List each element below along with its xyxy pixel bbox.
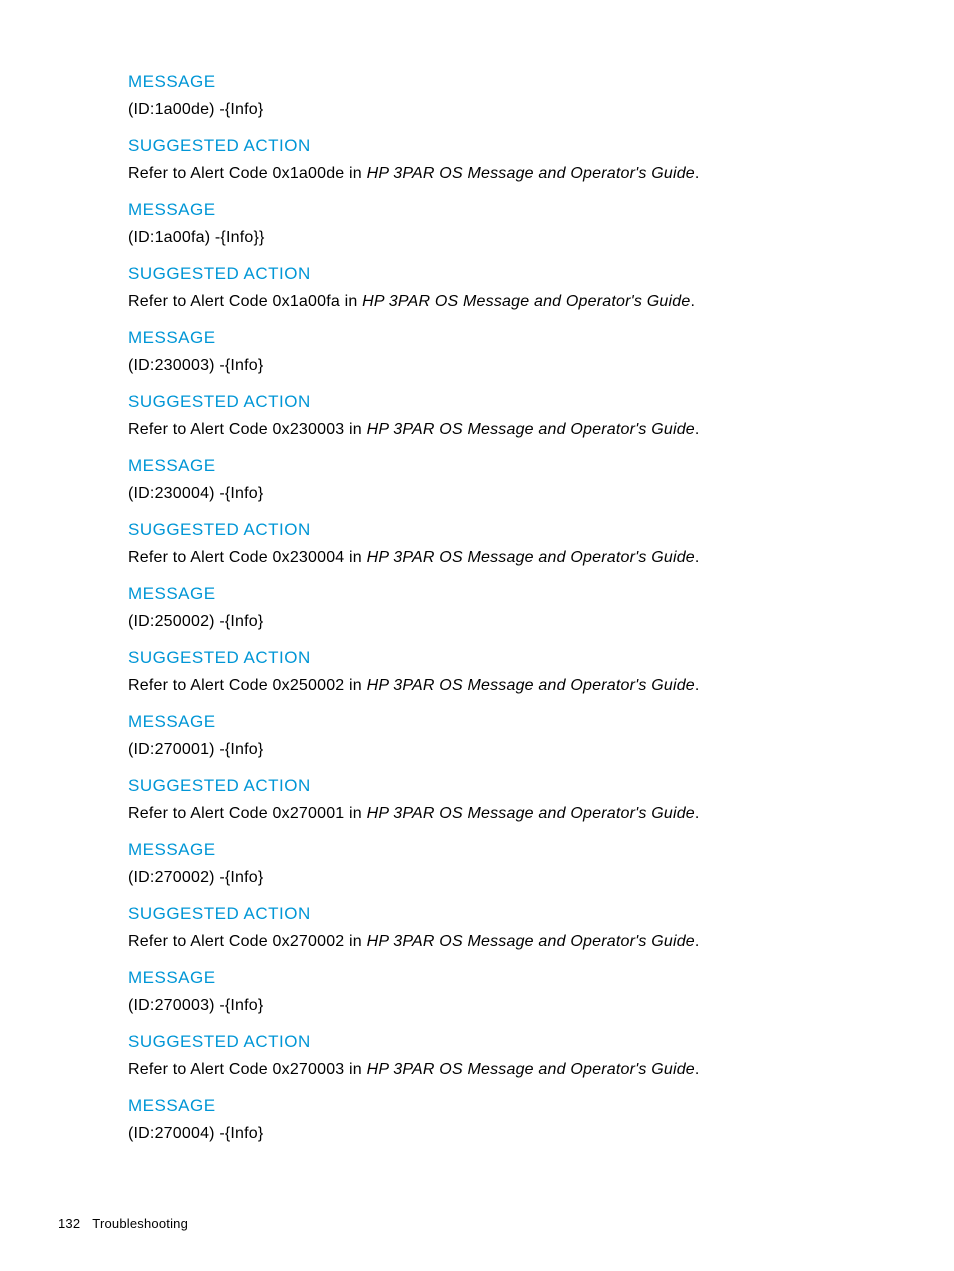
period: . [695,549,700,566]
period: . [695,421,700,438]
message-id-text: (ID:230004) -{Info} [128,482,894,506]
suggested-action-heading: SUGGESTED ACTION [128,520,894,540]
period: . [695,805,700,822]
entry-group: MESSAGE (ID:270003) -{Info} SUGGESTED AC… [128,968,894,1082]
suggested-action-heading: SUGGESTED ACTION [128,904,894,924]
refer-in: in [344,1061,366,1078]
message-id-text: (ID:1a00fa) -{Info}} [128,226,894,250]
period: . [695,1061,700,1078]
message-heading: MESSAGE [128,584,894,604]
guide-title: HP 3PAR OS Message and Operator's Guide [367,805,695,822]
guide-title: HP 3PAR OS Message and Operator's Guide [367,1061,695,1078]
period: . [695,933,700,950]
guide-title: HP 3PAR OS Message and Operator's Guide [367,549,695,566]
alert-code: 0x270003 [273,1061,345,1078]
footer-section-title: Troubleshooting [92,1216,188,1231]
suggested-action-text: Refer to Alert Code 0x250002 in HP 3PAR … [128,674,894,698]
entry-group: MESSAGE (ID:230004) -{Info} SUGGESTED AC… [128,456,894,570]
entry-group: MESSAGE (ID:230003) -{Info} SUGGESTED AC… [128,328,894,442]
guide-title: HP 3PAR OS Message and Operator's Guide [362,293,690,310]
alert-code: 0x250002 [273,677,345,694]
message-heading: MESSAGE [128,72,894,92]
suggested-action-heading: SUGGESTED ACTION [128,776,894,796]
refer-prefix: Refer to Alert Code [128,549,273,566]
guide-title: HP 3PAR OS Message and Operator's Guide [367,421,695,438]
message-id-text: (ID:270002) -{Info} [128,866,894,890]
message-id-text: (ID:270004) -{Info} [128,1122,894,1146]
refer-prefix: Refer to Alert Code [128,165,273,182]
alert-code: 0x230004 [273,549,345,566]
suggested-action-heading: SUGGESTED ACTION [128,1032,894,1052]
refer-in: in [344,805,366,822]
period: . [695,165,700,182]
period: . [690,293,695,310]
refer-in: in [344,933,366,950]
page-number: 132 [58,1216,80,1231]
period: . [695,677,700,694]
refer-in: in [344,549,366,566]
guide-title: HP 3PAR OS Message and Operator's Guide [367,933,695,950]
message-heading: MESSAGE [128,328,894,348]
refer-prefix: Refer to Alert Code [128,293,273,310]
suggested-action-text: Refer to Alert Code 0x270001 in HP 3PAR … [128,802,894,826]
entry-group: MESSAGE (ID:1a00de) -{Info} SUGGESTED AC… [128,72,894,186]
suggested-action-heading: SUGGESTED ACTION [128,264,894,284]
refer-prefix: Refer to Alert Code [128,933,273,950]
refer-in: in [344,165,366,182]
suggested-action-text: Refer to Alert Code 0x1a00de in HP 3PAR … [128,162,894,186]
refer-prefix: Refer to Alert Code [128,421,273,438]
entry-group: MESSAGE (ID:270001) -{Info} SUGGESTED AC… [128,712,894,826]
refer-in: in [344,421,366,438]
alert-code: 0x1a00fa [273,293,340,310]
message-id-text: (ID:250002) -{Info} [128,610,894,634]
alert-code: 0x230003 [273,421,345,438]
guide-title: HP 3PAR OS Message and Operator's Guide [367,677,695,694]
suggested-action-heading: SUGGESTED ACTION [128,136,894,156]
guide-title: HP 3PAR OS Message and Operator's Guide [367,165,695,182]
suggested-action-text: Refer to Alert Code 0x230003 in HP 3PAR … [128,418,894,442]
refer-in: in [344,677,366,694]
entry-group: MESSAGE (ID:270002) -{Info} SUGGESTED AC… [128,840,894,954]
refer-prefix: Refer to Alert Code [128,805,273,822]
alert-code: 0x270001 [273,805,345,822]
message-heading: MESSAGE [128,968,894,988]
message-heading: MESSAGE [128,456,894,476]
message-id-text: (ID:1a00de) -{Info} [128,98,894,122]
message-heading: MESSAGE [128,1096,894,1116]
suggested-action-heading: SUGGESTED ACTION [128,392,894,412]
entry-group: MESSAGE (ID:250002) -{Info} SUGGESTED AC… [128,584,894,698]
message-heading: MESSAGE [128,840,894,860]
suggested-action-heading: SUGGESTED ACTION [128,648,894,668]
message-heading: MESSAGE [128,712,894,732]
page-footer: 132 Troubleshooting [58,1216,188,1231]
suggested-action-text: Refer to Alert Code 0x270002 in HP 3PAR … [128,930,894,954]
alert-code: 0x270002 [273,933,345,950]
suggested-action-text: Refer to Alert Code 0x230004 in HP 3PAR … [128,546,894,570]
message-id-text: (ID:270001) -{Info} [128,738,894,762]
refer-in: in [340,293,362,310]
message-heading: MESSAGE [128,200,894,220]
alert-code: 0x1a00de [273,165,345,182]
refer-prefix: Refer to Alert Code [128,677,273,694]
trailing-entry-group: MESSAGE (ID:270004) -{Info} [128,1096,894,1146]
refer-prefix: Refer to Alert Code [128,1061,273,1078]
message-id-text: (ID:230003) -{Info} [128,354,894,378]
message-id-text: (ID:270003) -{Info} [128,994,894,1018]
suggested-action-text: Refer to Alert Code 0x1a00fa in HP 3PAR … [128,290,894,314]
suggested-action-text: Refer to Alert Code 0x270003 in HP 3PAR … [128,1058,894,1082]
entry-group: MESSAGE (ID:1a00fa) -{Info}} SUGGESTED A… [128,200,894,314]
